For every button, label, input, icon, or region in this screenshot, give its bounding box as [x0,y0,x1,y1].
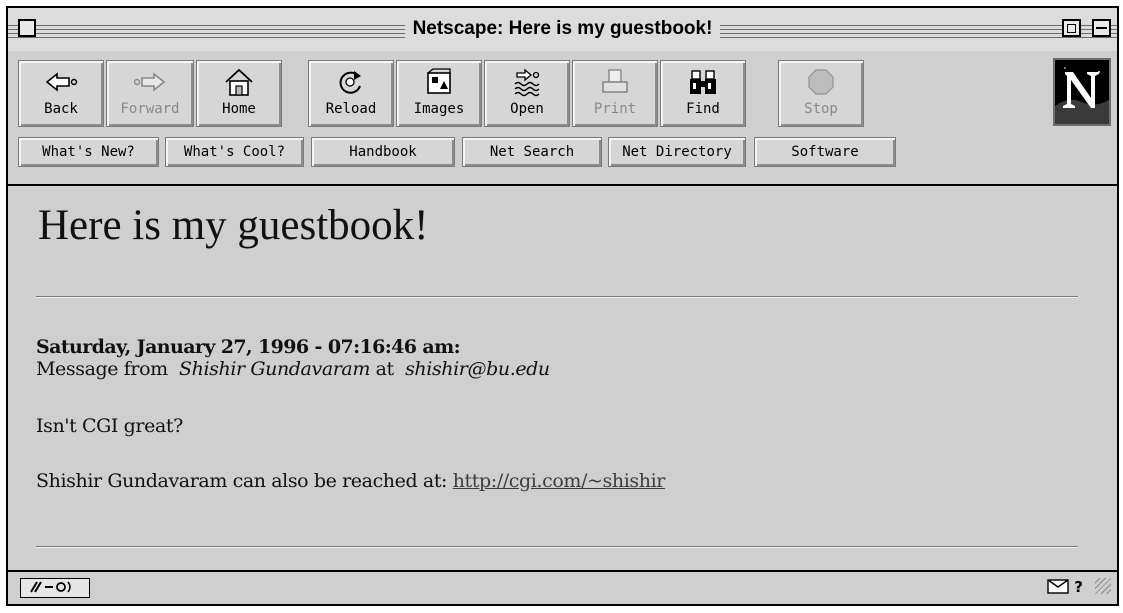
entry-email: shishir@bu.edu [405,358,550,380]
horizontal-rule [36,546,1078,548]
browser-window: Netscape: Here is my guestbook! Back For… [6,6,1119,606]
broken-key-icon[interactable] [20,578,90,598]
back-button[interactable]: Back [18,60,104,127]
page-content: Here is my guestbook! Saturday, January … [8,186,1117,572]
entry-from-line: Message from Shishir Gundavaram at shish… [36,358,550,380]
status-tray: ? [1047,578,1083,596]
whats-new-button[interactable]: What's New? [18,137,159,167]
reload-icon [339,71,361,94]
entry-message: Isn't CGI great? [36,415,183,437]
horizontal-rule [36,296,1078,298]
open-label: Open [510,101,544,117]
stop-label: Stop [804,101,838,117]
handbook-button[interactable]: Handbook [311,137,455,167]
printer-icon [602,69,628,93]
stop-icon [808,69,834,95]
entry-contact-line: Shishir Gundavaram can also be reached a… [36,470,665,492]
find-label: Find [686,101,720,117]
status-bar: ? [8,570,1117,604]
homepage-link[interactable]: http://cgi.com/~shishir [453,470,666,492]
back-arrow-icon [45,72,78,92]
binoculars-icon [690,70,716,94]
net-search-button[interactable]: Net Search [462,137,602,167]
reach-text: Shishir Gundavaram can also be reached a… [36,470,448,492]
software-button[interactable]: Software [754,137,896,167]
entry-date: Saturday, January 27, 1996 - 07:16:46 am… [36,336,461,358]
home-label: Home [222,101,256,117]
help-icon[interactable]: ? [1074,578,1083,596]
print-label: Print [593,101,637,117]
images-button[interactable]: Images [396,60,482,127]
stop-button[interactable]: Stop [778,60,864,127]
find-button[interactable]: Find [660,60,746,127]
forward-button[interactable]: Forward [106,60,194,127]
reload-label: Reload [325,101,377,117]
images-label: Images [413,101,465,117]
images-icon [427,68,451,94]
page-heading: Here is my guestbook! [38,202,429,249]
forward-label: Forward [120,101,180,117]
netscape-logo-icon[interactable] [1053,58,1111,126]
whats-cool-button[interactable]: What's Cool? [165,137,304,167]
entry-author: Shishir Gundavaram [179,358,370,380]
message-prefix: Message from [36,358,168,380]
net-directory-button[interactable]: Net Directory [608,137,746,167]
title-bar[interactable]: Netscape: Here is my guestbook! [8,8,1117,53]
open-icon [514,68,540,97]
back-label: Back [44,101,78,117]
reload-button[interactable]: Reload [308,60,394,127]
resize-grip-icon[interactable] [1095,578,1111,594]
window-title: Netscape: Here is my guestbook! [404,16,721,42]
toolbar: Back Forward Home Reload Images Open Pri… [8,51,1117,186]
collapse-box-icon[interactable] [1092,19,1111,37]
at-word: at [375,358,395,380]
mail-icon[interactable] [1047,579,1069,594]
open-button[interactable]: Open [484,60,570,127]
home-icon [225,68,253,96]
zoom-box-icon[interactable] [1062,19,1081,37]
print-button[interactable]: Print [572,60,658,127]
close-box-icon[interactable] [18,19,36,37]
forward-arrow-icon [133,72,166,92]
home-button[interactable]: Home [196,60,282,127]
